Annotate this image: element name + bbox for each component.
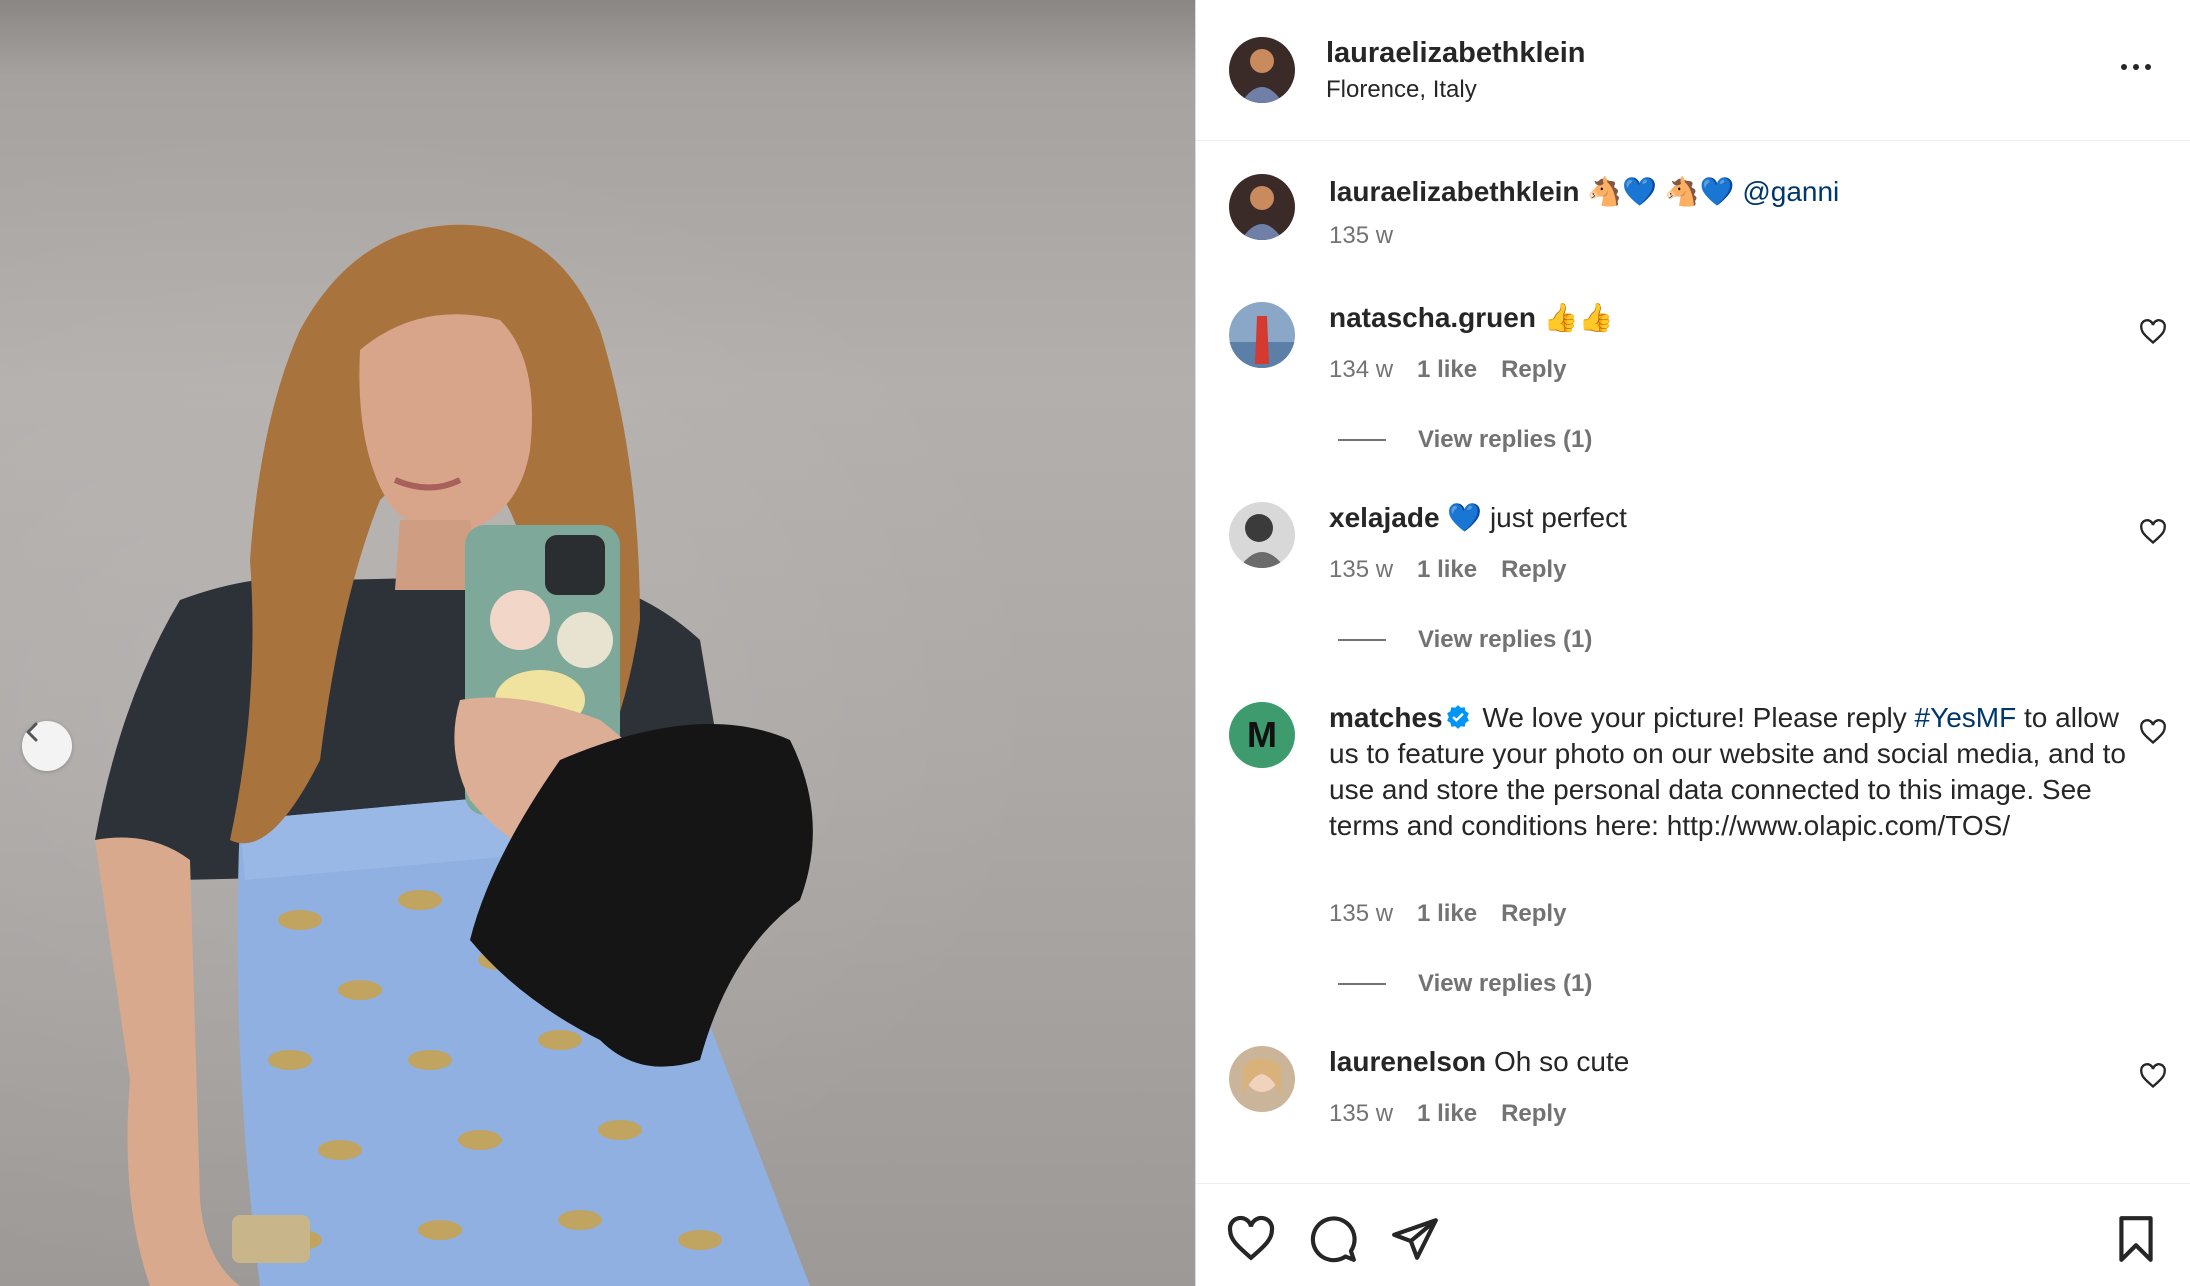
- caption-emojis: 🐴💙 🐴💙: [1587, 176, 1735, 207]
- like-comment-heart-icon[interactable]: [2139, 518, 2167, 546]
- author-username[interactable]: lauraelizabethklein: [1326, 37, 1586, 70]
- caption-avatar[interactable]: [1229, 174, 1295, 240]
- comment-content: We love your picture! Please reply: [1482, 702, 1907, 733]
- commenter-avatar[interactable]: [1229, 302, 1295, 368]
- author-avatar[interactable]: [1229, 37, 1295, 103]
- comment-likes[interactable]: 1 like: [1417, 1100, 1477, 1128]
- more-options-button[interactable]: [2121, 52, 2161, 82]
- photo-illustration: [95, 224, 813, 1286]
- like-comment-heart-icon[interactable]: [2139, 1062, 2167, 1090]
- comment-text: laurenelson Oh so cute: [1329, 1044, 2109, 1080]
- comment-time[interactable]: 135 w: [1329, 1100, 1393, 1128]
- comment-username[interactable]: laurenelson: [1329, 1046, 1486, 1077]
- comment-username[interactable]: matches: [1329, 702, 1443, 733]
- hashtag-link[interactable]: #YesMF: [1915, 702, 2017, 733]
- comment-time[interactable]: 134 w: [1329, 356, 1393, 384]
- reply-button[interactable]: Reply: [1501, 356, 1566, 384]
- commenter-avatar[interactable]: M: [1229, 702, 1295, 768]
- like-comment-heart-icon[interactable]: [2139, 718, 2167, 746]
- comment-likes[interactable]: 1 like: [1417, 900, 1477, 928]
- view-replies-button[interactable]: View replies (1): [1338, 626, 1592, 654]
- caption-meta: 135 w: [1329, 222, 1417, 250]
- caption-time[interactable]: 135 w: [1329, 222, 1393, 250]
- comment-text: xelajade 💙 just perfect: [1329, 500, 2109, 536]
- avatar-letter: M: [1247, 714, 1277, 755]
- comment-likes[interactable]: 1 like: [1417, 356, 1477, 384]
- bookmark-icon[interactable]: [2111, 1214, 2161, 1264]
- comment-meta: 135 w 1 like Reply: [1329, 900, 1590, 928]
- chevron-left-icon: [26, 722, 38, 742]
- comment-meta: 135 w 1 like Reply: [1329, 1100, 1590, 1128]
- comment-content: 💙 just perfect: [1447, 502, 1627, 533]
- comment-text: matches We love your picture! Please rep…: [1329, 700, 2129, 844]
- comments-list[interactable]: lauraelizabethklein 🐴💙 🐴💙 @ganni 135 w n…: [1196, 142, 2190, 1182]
- post-photo: [0, 0, 1195, 1286]
- comment-text: natascha.gruen 👍👍: [1329, 300, 2109, 336]
- like-comment-heart-icon[interactable]: [2139, 318, 2167, 346]
- share-icon[interactable]: [1390, 1214, 1440, 1264]
- commenter-avatar[interactable]: [1229, 502, 1295, 568]
- verified-badge-icon: [1446, 705, 1469, 729]
- view-replies-button[interactable]: View replies (1): [1338, 970, 1592, 998]
- caption-username[interactable]: lauraelizabethklein: [1329, 176, 1580, 207]
- mention-link[interactable]: @ganni: [1742, 176, 1839, 207]
- post-detail-panel: lauraelizabethklein Florence, Italy laur…: [1195, 0, 2190, 1286]
- heart-icon[interactable]: [1226, 1214, 1276, 1264]
- comment-content: Oh so cute: [1493, 1046, 1630, 1077]
- post-location[interactable]: Florence, Italy: [1326, 76, 1477, 104]
- comment-meta: 134 w 1 like Reply: [1329, 356, 1590, 384]
- reply-button[interactable]: Reply: [1501, 556, 1566, 584]
- comment-likes[interactable]: 1 like: [1417, 556, 1477, 584]
- comment-username[interactable]: natascha.gruen: [1329, 302, 1536, 333]
- comment-icon[interactable]: [1308, 1214, 1358, 1264]
- commenter-avatar[interactable]: [1229, 1046, 1295, 1112]
- comment-content: 👍👍: [1543, 302, 1614, 333]
- post-header: lauraelizabethklein Florence, Italy: [1196, 0, 2190, 141]
- comment-username[interactable]: xelajade: [1329, 502, 1440, 533]
- view-replies-button[interactable]: View replies (1): [1338, 426, 1592, 454]
- previous-image-button[interactable]: [22, 721, 72, 771]
- reply-button[interactable]: Reply: [1501, 1100, 1566, 1128]
- more-options-icon: [2121, 64, 2127, 70]
- comment-meta: 135 w 1 like Reply: [1329, 556, 1590, 584]
- comment-time[interactable]: 135 w: [1329, 900, 1393, 928]
- caption-text: lauraelizabethklein 🐴💙 🐴💙 @ganni: [1329, 174, 2109, 210]
- comment-time[interactable]: 135 w: [1329, 556, 1393, 584]
- reply-button[interactable]: Reply: [1501, 900, 1566, 928]
- post-action-bar: [1196, 1183, 2190, 1286]
